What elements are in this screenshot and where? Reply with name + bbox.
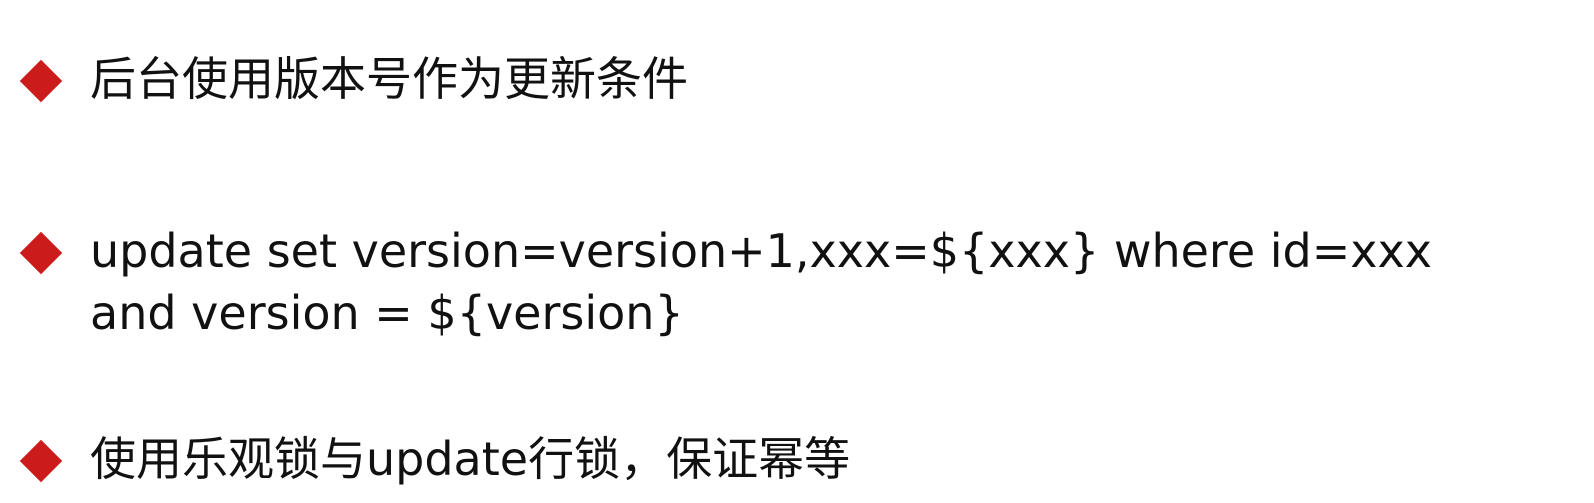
diamond-bullet-icon (19, 439, 63, 483)
diamond-bullet-icon (19, 59, 63, 103)
bullet-text: 使用乐观锁与update行锁，保证幂等 (90, 428, 850, 490)
bullet-text: update set version=version+1,xxx=${xxx} … (90, 220, 1432, 344)
bullet-list: 后台使用版本号作为更新条件 update set version=version… (0, 0, 1594, 503)
bullet-text: 后台使用版本号作为更新条件 (90, 48, 688, 110)
bullet-line: 后台使用版本号作为更新条件 (90, 52, 688, 106)
bullet-line: update set version=version+1,xxx=${xxx} … (90, 224, 1432, 278)
diamond-bullet-icon (19, 231, 63, 275)
bullet-line: and version = ${version} (90, 286, 684, 340)
bullet-line: 使用乐观锁与update行锁，保证幂等 (90, 432, 851, 486)
